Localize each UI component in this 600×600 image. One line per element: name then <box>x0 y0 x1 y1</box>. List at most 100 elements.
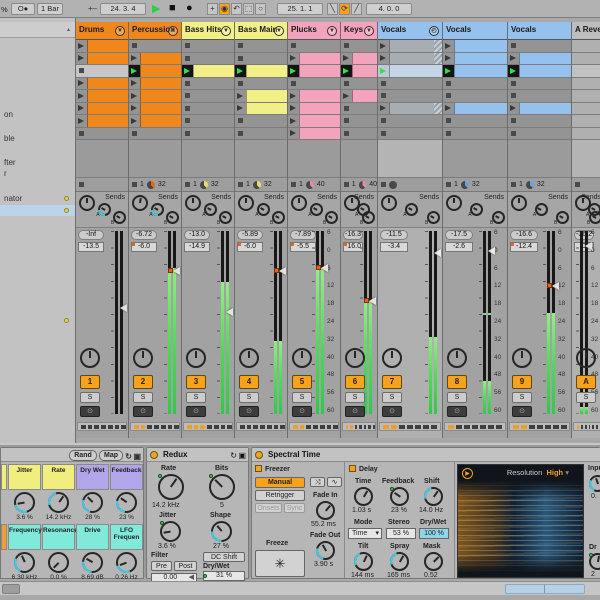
pan-knob[interactable] <box>79 195 95 211</box>
clip-slot[interactable] <box>235 40 287 53</box>
clip-slot[interactable] <box>129 115 181 128</box>
clip-slot[interactable] <box>572 40 600 53</box>
clip-stop-button[interactable] <box>182 90 193 102</box>
track-activator-button[interactable]: 8 <box>447 375 467 389</box>
clip-launch-button[interactable] <box>341 90 352 102</box>
clip-stop-button[interactable] <box>235 115 246 127</box>
tilt-knob[interactable] <box>354 552 373 571</box>
solo-button[interactable]: S <box>186 392 206 403</box>
capture-midi-button[interactable]: ⬚ <box>243 3 254 15</box>
punch-out-button[interactable]: ╱ <box>351 3 362 15</box>
hot-swap-icon[interactable]: ↻ <box>230 449 237 462</box>
clip-launch-button[interactable] <box>76 115 87 127</box>
volume-fader-handle[interactable] <box>484 247 495 255</box>
track-header[interactable]: Percussion▼ <box>129 22 181 40</box>
clip-stop-button[interactable] <box>443 90 454 102</box>
clip-slot[interactable] <box>235 78 287 91</box>
chevron-down-icon[interactable]: ▼ <box>168 26 178 36</box>
send-b-knob[interactable] <box>325 211 338 224</box>
clip-slot[interactable] <box>288 103 340 116</box>
clip-launch-button[interactable] <box>572 40 583 52</box>
clip[interactable] <box>140 115 181 127</box>
macro-knob[interactable] <box>48 552 69 573</box>
clip-slot[interactable] <box>288 78 340 91</box>
device-scrollbar[interactable] <box>0 581 600 595</box>
send-a-knob[interactable] <box>151 203 164 216</box>
chevron-down-icon[interactable]: ▼ <box>221 26 231 36</box>
clip-launch-button[interactable] <box>288 65 299 77</box>
clip-stop-button[interactable] <box>235 53 246 65</box>
clip-slot[interactable] <box>508 65 571 78</box>
redux-header[interactable]: Redux ↻ ▣ <box>147 448 248 462</box>
clip-slot[interactable] <box>76 78 128 91</box>
clip-slot[interactable] <box>182 65 234 78</box>
clip[interactable] <box>299 53 340 65</box>
freeze-button[interactable]: ✳ <box>255 550 305 577</box>
scrollbar-left-thumb[interactable] <box>2 584 20 594</box>
send-b-knob[interactable] <box>272 211 285 224</box>
clip-slot[interactable] <box>572 128 600 141</box>
clip-launch-button[interactable] <box>508 53 519 65</box>
send-b-knob[interactable] <box>219 211 232 224</box>
mixer-pan-knob[interactable] <box>239 348 259 368</box>
clip-launch-button[interactable] <box>76 40 87 52</box>
clip[interactable] <box>519 103 571 115</box>
macro-control[interactable]: Feedback23 % <box>110 464 143 522</box>
clip-launch-button[interactable] <box>288 103 299 115</box>
stereo-slider[interactable]: 53 % <box>386 528 416 539</box>
clip-launch-button[interactable] <box>129 65 140 77</box>
clip-quantize-menu[interactable]: 1 Bar <box>37 3 63 15</box>
clip-stop-button[interactable] <box>182 128 193 140</box>
macro-knob[interactable] <box>82 492 103 513</box>
clip-launch-button[interactable] <box>129 103 140 115</box>
clip-slot[interactable] <box>443 90 507 103</box>
clip-stop-button[interactable] <box>182 115 193 127</box>
pan-knob[interactable] <box>381 195 397 211</box>
freezer-toggle[interactable]: Freezer <box>255 465 290 473</box>
clip-slot[interactable] <box>572 115 600 128</box>
clip[interactable] <box>87 103 128 115</box>
track-activator-button[interactable]: 2 <box>133 375 153 389</box>
mixer-pan-knob[interactable] <box>80 348 100 368</box>
clip-stop-button[interactable] <box>378 90 389 102</box>
clip-stop-button[interactable] <box>129 40 140 52</box>
clip-launch-button[interactable] <box>288 53 299 65</box>
output-drywet-knob[interactable] <box>589 553 600 570</box>
clip-slot[interactable] <box>76 128 128 141</box>
chevron-down-icon[interactable]: ▼ <box>274 26 284 36</box>
clip-slot[interactable] <box>76 40 128 53</box>
clip-launch-button[interactable] <box>288 90 299 102</box>
clip-slot[interactable] <box>443 103 507 116</box>
chevron-down-icon[interactable]: ▼ <box>327 26 337 36</box>
stop-all-icon[interactable] <box>575 182 580 187</box>
clip-stop-button[interactable] <box>341 103 352 115</box>
sync-button[interactable]: Sync <box>284 503 305 513</box>
clip-slot[interactable] <box>288 65 340 78</box>
clip[interactable] <box>299 90 340 102</box>
clip-slot[interactable] <box>508 40 571 53</box>
browser-header[interactable]: ▲ <box>0 22 75 38</box>
clip-slot[interactable] <box>76 65 128 78</box>
clip-stop-button[interactable] <box>508 115 519 127</box>
send-a-knob[interactable] <box>310 203 323 216</box>
clip[interactable] <box>87 115 128 127</box>
resolution-value[interactable]: High <box>544 468 563 477</box>
filter-pre-button[interactable]: Pre <box>151 561 172 571</box>
clip-launch-button[interactable] <box>76 78 87 90</box>
volume-value-box[interactable]: -6.0 <box>237 242 263 252</box>
clip-slot[interactable] <box>341 65 377 78</box>
arm-button[interactable]: ⊙ <box>292 406 312 417</box>
clip-stop-button[interactable] <box>129 128 140 140</box>
volume-value-box[interactable]: -2.6 <box>445 242 473 252</box>
clip-slot[interactable] <box>572 53 600 66</box>
bits-knob[interactable] <box>209 474 235 500</box>
peak-level-display[interactable]: -13.0 <box>184 230 210 240</box>
clip-slot[interactable] <box>443 78 507 91</box>
clip[interactable] <box>246 103 287 115</box>
track-header[interactable]: Plucks▼ <box>288 22 340 40</box>
clip-launch-button[interactable] <box>443 65 454 77</box>
clip-slot[interactable] <box>288 128 340 141</box>
volume-value-box[interactable]: -12.4 <box>510 242 538 252</box>
clip-slot[interactable] <box>182 53 234 66</box>
clip-slot[interactable] <box>443 53 507 66</box>
